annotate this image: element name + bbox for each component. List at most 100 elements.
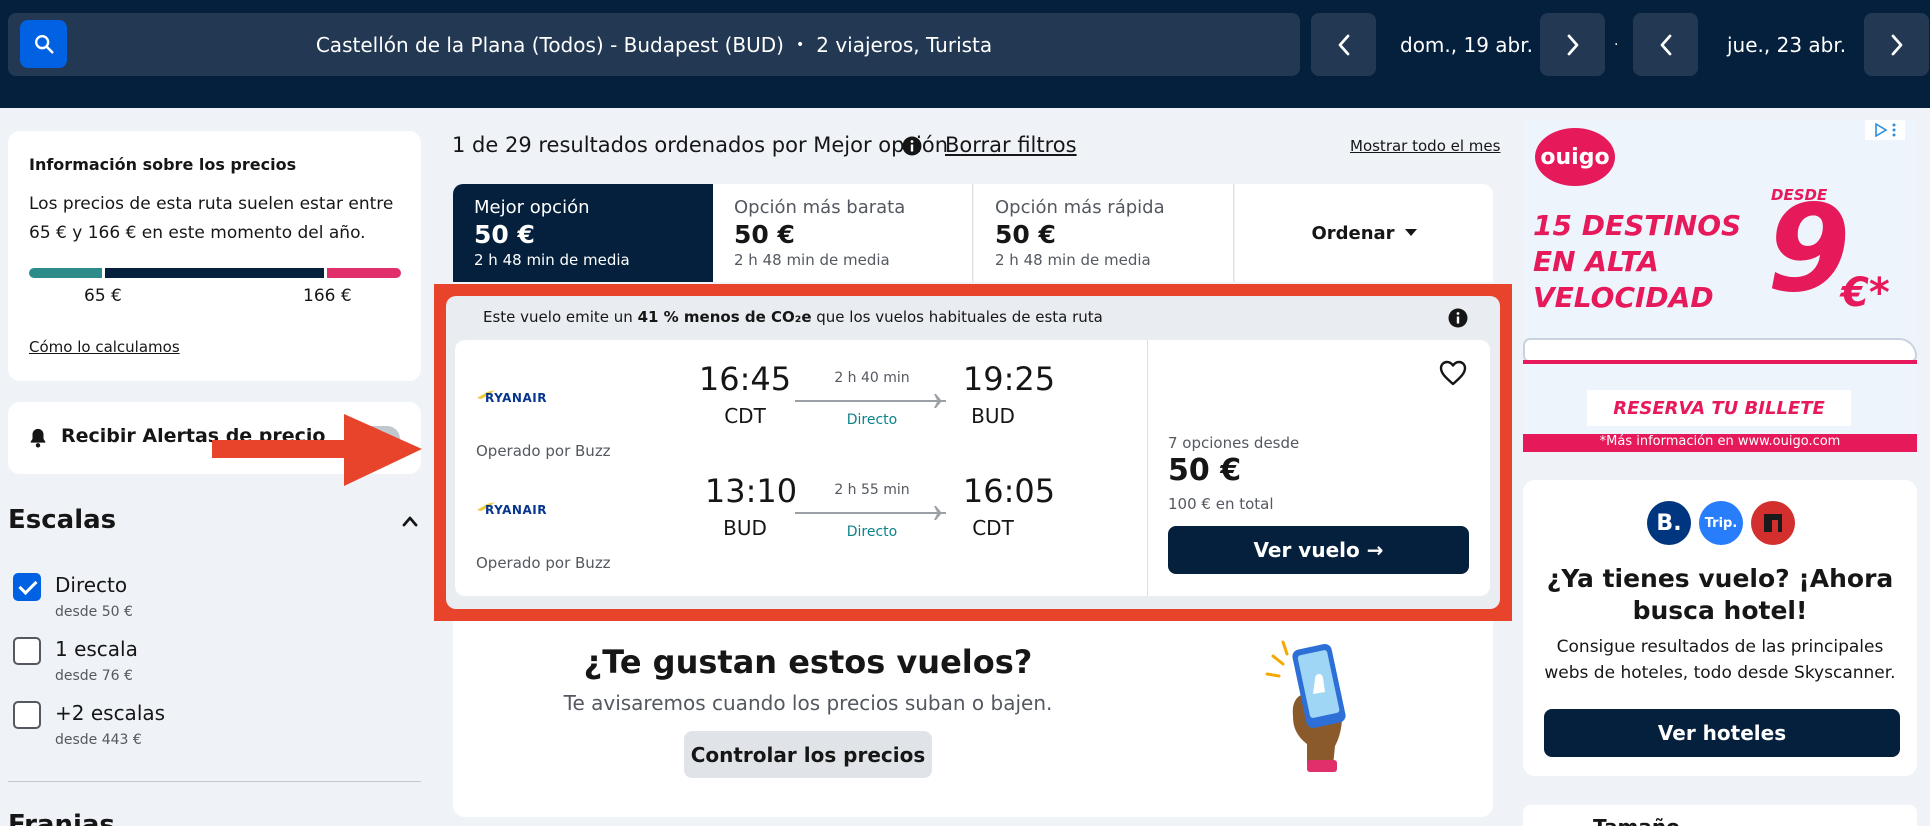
tab-label: Opción más barata <box>734 197 906 218</box>
next-back-date-button[interactable] <box>1864 13 1929 76</box>
operated-by: Operado por Buzz <box>476 554 611 572</box>
divider <box>1147 340 1148 596</box>
back-date[interactable]: jue., 23 abr. <box>1727 13 1846 76</box>
eco-message: Este vuelo emite un 41 % menos de CO₂e q… <box>483 308 1103 326</box>
view-flight-button[interactable]: Ver vuelo → <box>1168 526 1469 574</box>
view-hotels-button[interactable]: Ver hoteles <box>1544 709 1900 757</box>
sort-label: Ordenar <box>1311 222 1395 244</box>
ad-choices[interactable] <box>1865 120 1905 140</box>
search-summary[interactable]: Castellón de la Plana (Todos) - Budapest… <box>8 13 1300 76</box>
price-info-title: Información sobre los precios <box>29 155 297 174</box>
price-low-label: 65 € <box>84 286 122 306</box>
tab-duration: 2 h 48 min de media <box>474 251 630 269</box>
tab-fastest[interactable]: Opción más rápida 50 € 2 h 48 min de med… <box>974 184 1234 282</box>
departure-time: 13:10 <box>704 472 798 510</box>
departure-time: 16:45 <box>698 360 792 398</box>
price-tracking-text: Te avisaremos cuando los precios suban o… <box>563 691 1053 715</box>
ad-headline: 15 DESTINOS EN ALTA VELOCIDAD <box>1533 209 1742 314</box>
red-arrow-annotation <box>212 414 422 486</box>
sort-dropdown[interactable]: Ordenar <box>1235 184 1493 282</box>
ad-banner[interactable]: ouigo DESDE 15 DESTINOS EN ALTA VELOCIDA… <box>1523 120 1917 452</box>
price-info-card: Información sobre los precios Los precio… <box>8 131 421 381</box>
tab-duration: 2 h 48 min de media <box>734 251 890 269</box>
out-date[interactable]: dom., 19 abr. <box>1400 13 1533 76</box>
hotel-promo-title: ¿Ya tienes vuelo? ¡Ahora busca hotel! <box>1546 564 1894 625</box>
prev-out-date-button[interactable] <box>1311 13 1376 76</box>
eco-highlight: 41 % menos de CO₂e <box>637 308 812 326</box>
tab-price: 50 € <box>734 220 795 249</box>
show-whole-month-link[interactable]: Mostrar todo el mes <box>1350 137 1500 155</box>
next-out-date-button[interactable] <box>1540 13 1605 76</box>
arrival-time: 19:25 <box>962 360 1056 398</box>
heart-icon[interactable] <box>1439 360 1467 386</box>
hotels-logo <box>1751 501 1795 545</box>
ad-train-illustration <box>1523 332 1917 368</box>
stop-filter-label: 1 escala <box>55 637 138 661</box>
chevron-right-icon <box>1567 34 1578 55</box>
info-icon[interactable] <box>1448 308 1468 328</box>
chevron-left-icon <box>1660 34 1671 55</box>
trip-logo: Trip. <box>1699 501 1743 545</box>
top-search-bar: Castellón de la Plana (Todos) - Budapest… <box>0 0 1930 108</box>
total-price: 100 € en total <box>1168 495 1274 513</box>
prev-back-date-button[interactable] <box>1633 13 1698 76</box>
stops-title: Escalas <box>8 505 117 535</box>
chevron-up-icon[interactable] <box>402 515 418 527</box>
flight-line <box>795 512 933 514</box>
ad-footnote: *Más información en www.ouigo.com <box>1523 434 1917 452</box>
price-range-bar <box>29 268 401 278</box>
flight-result-card: Este vuelo emite un 41 % menos de CO₂e q… <box>446 296 1500 609</box>
flight-duration: 2 h 40 min <box>834 370 910 386</box>
arrival-code: BUD <box>971 404 1015 428</box>
checkbox[interactable] <box>13 573 41 601</box>
tab-best[interactable]: Mejor opción 50 € 2 h 48 min de media <box>453 184 713 282</box>
stops-label: Directo <box>846 524 898 540</box>
hotels-logo-icon <box>1764 514 1782 532</box>
stop-filter-price: desde 443 € <box>55 732 142 748</box>
ad-brand-logo: ouigo <box>1535 128 1615 186</box>
results-summary: 1 de 29 resultados ordenados por Mejor o… <box>452 133 949 157</box>
route-separator: • <box>795 36 805 53</box>
tab-price: 50 € <box>474 220 535 249</box>
stop-filter-price: desde 50 € <box>55 604 133 620</box>
date-separator: · <box>1614 36 1619 53</box>
hotel-promo-card: B. Trip. ¿Ya tienes vuelo? ¡Ahora busca … <box>1523 480 1917 776</box>
route-text: Castellón de la Plana (Todos) - Budapest… <box>315 32 784 57</box>
price-tracking-title: ¿Te gustan estos vuelos? <box>583 643 1033 681</box>
chevron-right-icon <box>1891 34 1902 55</box>
caret-down-icon <box>1404 229 1417 236</box>
next-ad-card: Tamaño <box>1523 805 1917 826</box>
operated-by: Operado por Buzz <box>476 442 611 460</box>
ad-currency: €* <box>1841 270 1890 316</box>
how-we-calculate-link[interactable]: Cómo lo calculamos <box>29 338 180 356</box>
airline-name: RYANAIR <box>485 503 547 517</box>
options-count: 7 opciones desde <box>1168 434 1300 452</box>
track-prices-button[interactable]: Controlar los precios <box>684 731 932 778</box>
bell-icon <box>30 428 46 448</box>
tab-cheapest[interactable]: Opción más barata 50 € 2 h 48 min de med… <box>713 184 973 282</box>
travellers-text: 2 viajeros, Turista <box>816 32 993 57</box>
adchoices-icon <box>1875 123 1888 137</box>
next-ad-text: Tamaño <box>1593 815 1680 826</box>
phone-hand-illustration-icon <box>1265 640 1346 772</box>
eco-text: Este vuelo emite un <box>483 308 638 326</box>
arrival-time: 16:05 <box>962 472 1056 510</box>
flight-price: 50 € <box>1168 453 1242 488</box>
price-high-label: 166 € <box>303 286 352 306</box>
airline-name: RYANAIR <box>485 391 547 405</box>
stop-filter-label: Directo <box>55 573 128 597</box>
info-icon[interactable] <box>902 136 922 156</box>
stop-filter-price: desde 76 € <box>55 668 133 684</box>
flight-details[interactable]: RYANAIR Operado por Buzz 16:45 CDT 2 h 4… <box>455 340 1490 596</box>
clear-filters-link[interactable]: Borrar filtros <box>945 133 1077 157</box>
ad-price: 9 <box>1767 180 1851 319</box>
time-filter-title: Franjas <box>8 810 115 826</box>
departure-code: BUD <box>723 516 767 540</box>
tab-label: Opción más rápida <box>995 197 1165 218</box>
checkbox[interactable] <box>13 701 41 729</box>
ad-cta-button[interactable]: RESERVA TU BILLETE <box>1587 390 1851 426</box>
tab-price: 50 € <box>995 220 1056 249</box>
eco-text: que los vuelos habituales de esta ruta <box>811 308 1103 326</box>
price-info-text: Los precios de esta ruta suelen estar en… <box>29 194 394 243</box>
checkbox[interactable] <box>13 637 41 665</box>
